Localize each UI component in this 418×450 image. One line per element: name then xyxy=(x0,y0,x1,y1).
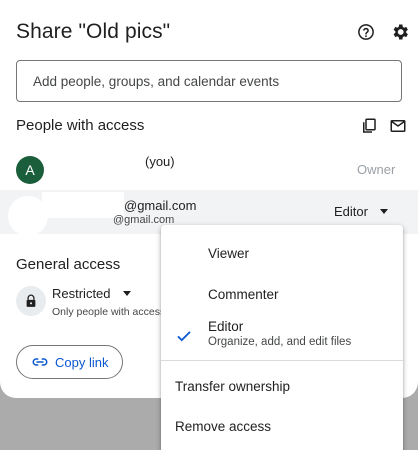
menu-item-sublabel: Organize, add, and edit files xyxy=(208,336,352,348)
menu-item-transfer-ownership[interactable]: Transfer ownership xyxy=(161,371,403,407)
caret-down-icon xyxy=(122,291,131,296)
copy-link-button[interactable]: Copy link xyxy=(16,345,123,379)
general-access-description: Only people with access xyxy=(52,306,166,318)
menu-item-label: Transfer ownership xyxy=(175,379,291,394)
copy-emails-button[interactable] xyxy=(357,114,381,138)
add-people-field[interactable] xyxy=(16,60,402,102)
user-email: @gmail.com xyxy=(124,198,197,213)
menu-item-remove-access[interactable]: Remove access xyxy=(161,411,403,447)
owner-avatar: A xyxy=(16,156,44,184)
copy-link-label: Copy link xyxy=(55,354,109,370)
user-role-dropdown[interactable]: Editor xyxy=(334,204,388,219)
email-people-button[interactable] xyxy=(386,114,410,138)
menu-divider xyxy=(161,360,403,361)
people-with-access-heading: People with access xyxy=(16,117,145,134)
user-role-label: Editor xyxy=(334,204,368,219)
help-circle-icon xyxy=(358,24,374,40)
general-access-setting: Restricted xyxy=(52,286,111,301)
copy-icon xyxy=(363,118,376,133)
general-access-dropdown[interactable]: Restricted xyxy=(52,286,131,301)
link-icon xyxy=(32,358,48,366)
settings-button[interactable] xyxy=(388,20,412,44)
dialog-title: Share "Old pics" xyxy=(16,20,171,43)
owner-name: (you) xyxy=(145,154,175,169)
menu-item-label: Commenter xyxy=(208,287,279,302)
caret-down-icon xyxy=(379,209,388,214)
menu-item-label: Remove access xyxy=(175,419,272,434)
general-access-heading: General access xyxy=(16,256,121,273)
lock-icon xyxy=(16,286,46,316)
mail-icon xyxy=(390,120,406,132)
user-name-redacted xyxy=(42,192,124,218)
role-menu: Viewer Commenter Editor Organize, add, a… xyxy=(161,225,403,450)
menu-item-editor[interactable]: Editor Organize, add, and edit files xyxy=(161,313,403,357)
gear-icon xyxy=(393,24,408,40)
menu-item-viewer[interactable]: Viewer xyxy=(161,225,403,281)
check-icon xyxy=(177,331,191,342)
menu-item-label: Editor xyxy=(208,319,244,334)
owner-role: Owner xyxy=(357,162,396,177)
help-button[interactable] xyxy=(354,20,378,44)
menu-item-label: Viewer xyxy=(208,246,250,261)
add-people-input[interactable] xyxy=(17,61,401,101)
